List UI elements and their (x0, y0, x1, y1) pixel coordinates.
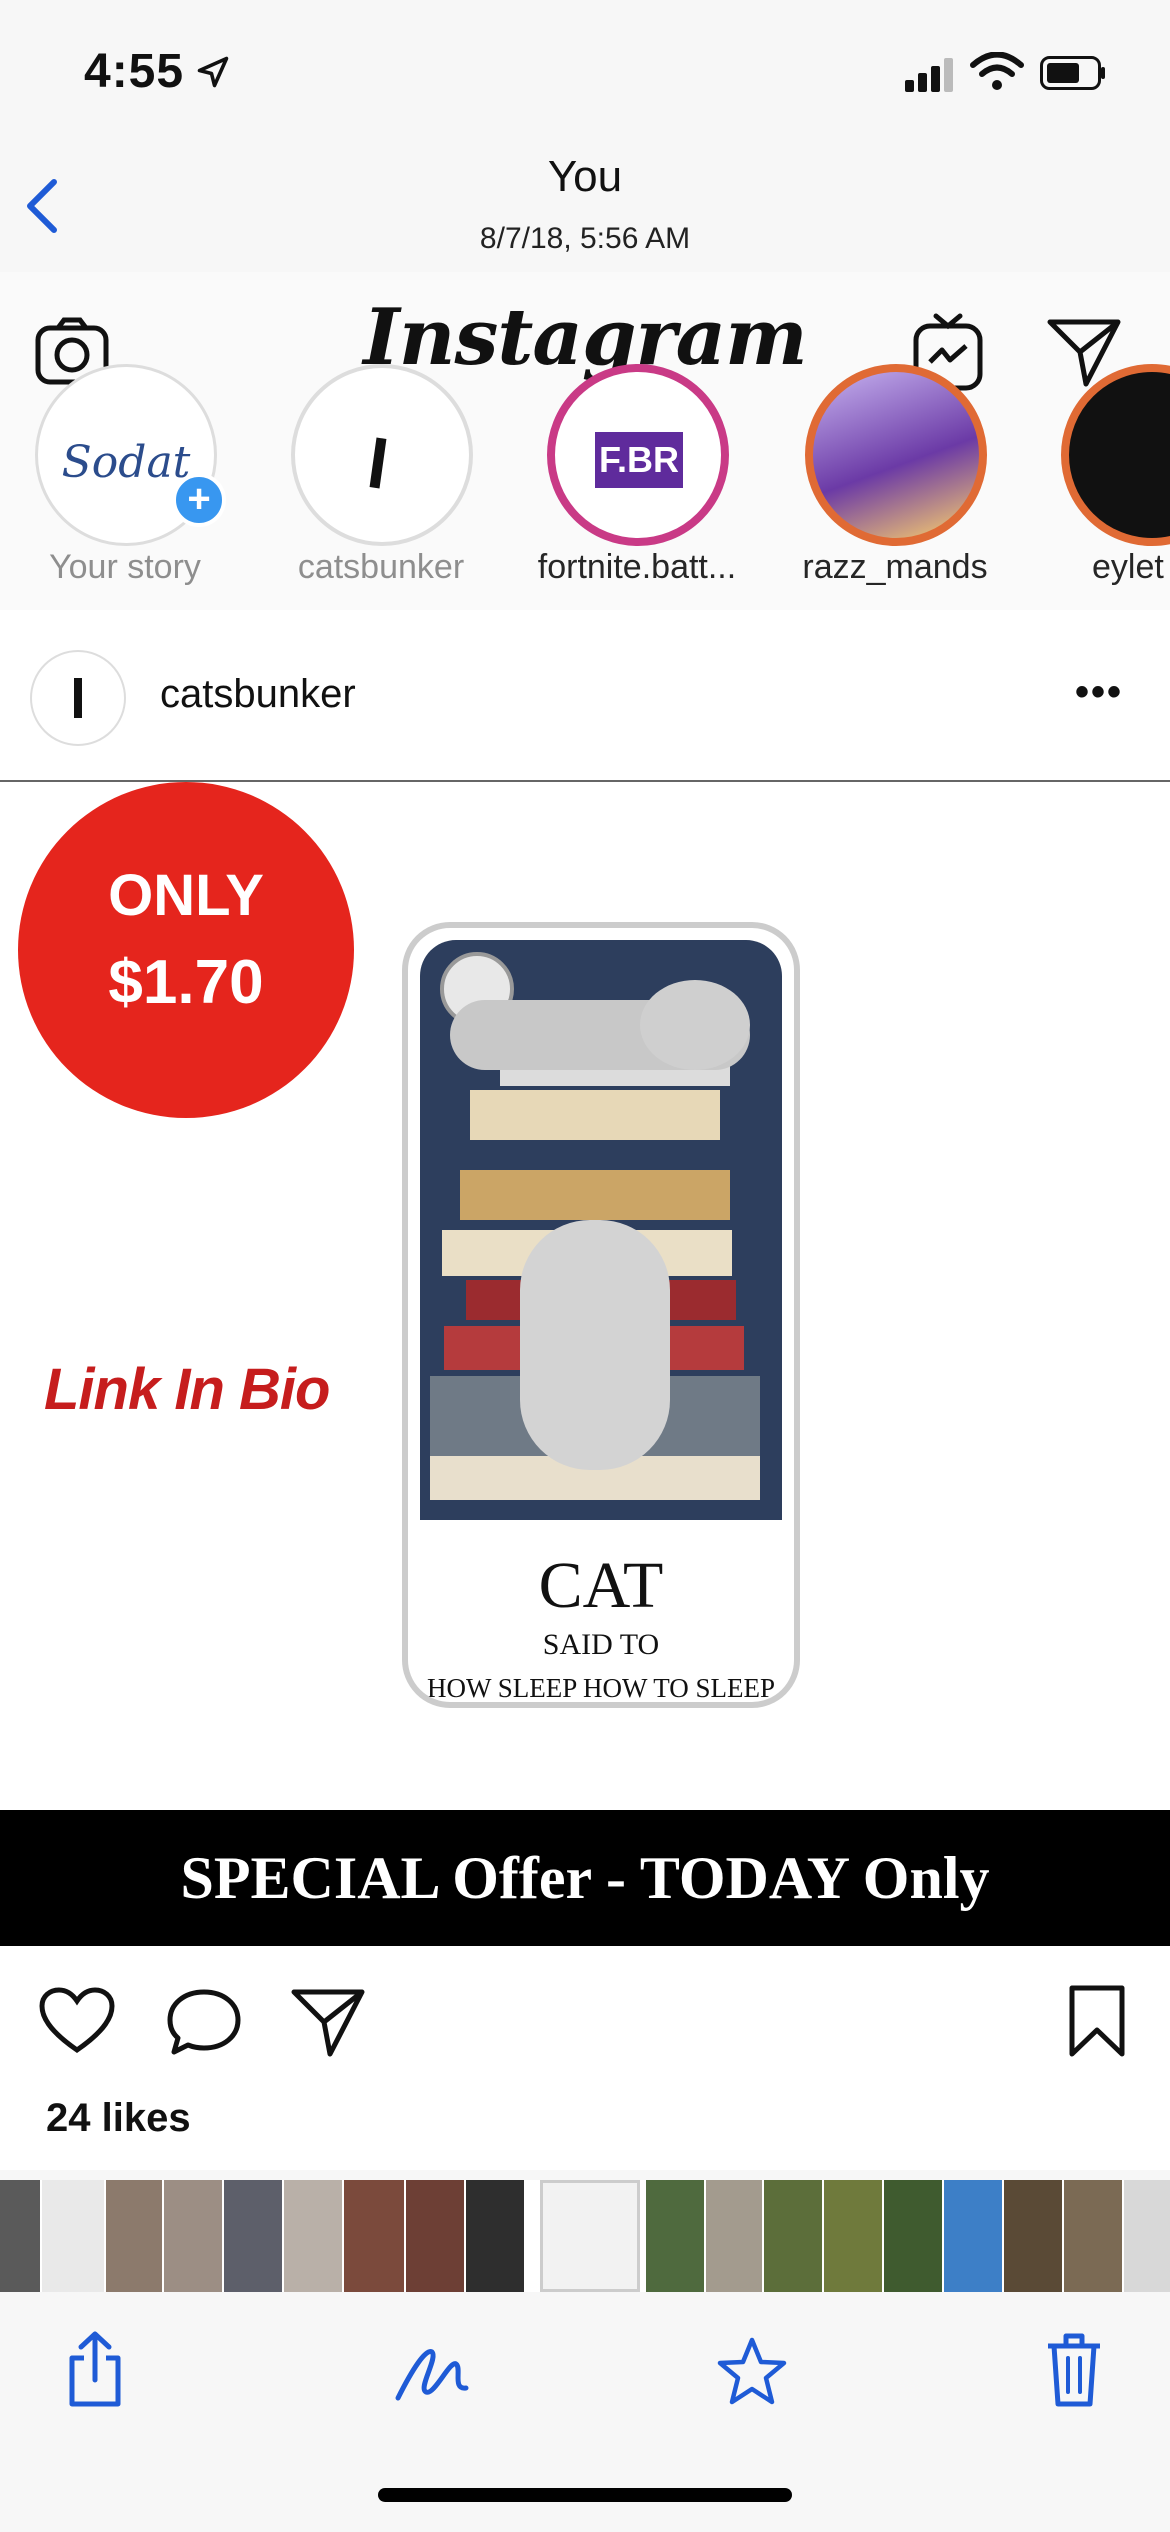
thumbnail-strip (0, 2180, 1170, 2292)
thumbnail[interactable] (406, 2180, 464, 2292)
story-fortnite: F.BR fortnite.batt... (522, 364, 752, 610)
story-label: eylet (1092, 548, 1164, 586)
thumbnail[interactable] (42, 2180, 104, 2292)
thumbnail[interactable] (944, 2180, 1002, 2292)
thumbnail[interactable] (284, 2180, 342, 2292)
catsbunker-logo-mark (74, 678, 82, 718)
post-image: ONLY $1.70 Link In Bio CAT SAID TO HOW S… (0, 782, 1170, 1892)
case-title-text: CAT (538, 1549, 664, 1622)
thumbnail[interactable] (0, 2180, 40, 2292)
sleeping-cat-head (640, 980, 750, 1070)
story-avatar-text: F.BR (595, 432, 683, 488)
case-tagline-text: HOW SLEEP HOW TO SLEEP (426, 1673, 776, 1703)
special-offer-banner: SPECIAL Offer - TODAY Only (0, 1810, 1170, 1946)
instagram-logo: Instagram (363, 292, 807, 383)
price-badge: ONLY $1.70 (18, 782, 354, 1118)
cellular-signal-icon (905, 58, 953, 92)
thumbnail[interactable] (646, 2180, 704, 2292)
stories-tray: Sodat + Your story catsbunker F.BR fortn… (0, 364, 1170, 612)
status-time: 4:55 (84, 45, 185, 98)
case-subtitle-text: SAID TO (542, 1628, 660, 1661)
thumbnail[interactable] (164, 2180, 222, 2292)
heart-icon (39, 1987, 115, 2054)
markup-icon[interactable] (392, 2340, 472, 2404)
thumbnail[interactable] (1064, 2180, 1122, 2292)
story-eylet: eylet (1036, 364, 1170, 610)
post-avatar (30, 650, 126, 746)
story-catsbunker: catsbunker (266, 364, 496, 610)
trash-icon[interactable] (1044, 2330, 1104, 2408)
book-stack (460, 1170, 730, 1220)
story-your-story: Sodat + Your story (10, 364, 240, 610)
add-story-plus-icon: + (172, 473, 226, 527)
thumbnail[interactable] (224, 2180, 282, 2292)
thumbnail[interactable] (1124, 2180, 1170, 2292)
share-icon (291, 1989, 365, 2057)
story-razz-mands: razz_mands (780, 364, 1010, 610)
bookmark-icon (1069, 1985, 1125, 2057)
story-avatar: F.BR (547, 364, 729, 546)
thumbnail-selected[interactable] (540, 2180, 640, 2292)
wifi-icon (970, 52, 1024, 90)
photo-image: Instagram Sodat + Your story catsbunker (0, 272, 1170, 2170)
thumbnail[interactable] (1004, 2180, 1062, 2292)
book-stack (470, 1090, 720, 1140)
location-arrow-icon (197, 56, 229, 88)
thumbnail[interactable] (884, 2180, 942, 2292)
badge-price-text: $1.70 (108, 948, 264, 1017)
thumbnail[interactable] (106, 2180, 162, 2292)
photo-title: You (547, 152, 623, 201)
thumbnail[interactable] (344, 2180, 404, 2292)
battery-icon (1040, 56, 1105, 90)
story-label: fortnite.batt... (537, 548, 737, 586)
story-label: Your story (49, 548, 201, 586)
post-actions: 24 likes (0, 1946, 1170, 2168)
post-username: catsbunker (160, 672, 356, 716)
thumbnail[interactable] (824, 2180, 882, 2292)
story-label: razz_mands (802, 548, 988, 586)
story-avatar: Sodat + (35, 364, 226, 546)
standing-cat (520, 1220, 670, 1470)
link-in-bio-text: Link In Bio (44, 1357, 330, 1422)
more-options-icon: ••• (1075, 670, 1124, 714)
post-header: catsbunker ••• (0, 610, 1170, 782)
thumbnail[interactable] (466, 2180, 524, 2292)
story-avatar (291, 364, 473, 546)
thumbnail[interactable] (764, 2180, 822, 2292)
photo-date: 8/7/18, 5:56 AM (479, 222, 691, 255)
comment-icon (167, 1989, 241, 2055)
share-icon[interactable] (64, 2330, 126, 2408)
status-bar: 4:55 (0, 0, 1170, 150)
home-indicator (378, 2488, 792, 2502)
case-artwork (420, 940, 782, 1520)
catsbunker-logo-mark (369, 437, 387, 489)
favorite-star-icon[interactable] (716, 2336, 788, 2406)
story-avatar (805, 364, 987, 546)
likes-count: 24 likes (46, 2096, 191, 2140)
story-label: catsbunker (297, 548, 465, 586)
badge-only-text: ONLY (108, 863, 264, 928)
phone-case-image: CAT SAID TO HOW SLEEP HOW TO SLEEP (402, 922, 800, 1708)
thumbnail[interactable] (706, 2180, 762, 2292)
